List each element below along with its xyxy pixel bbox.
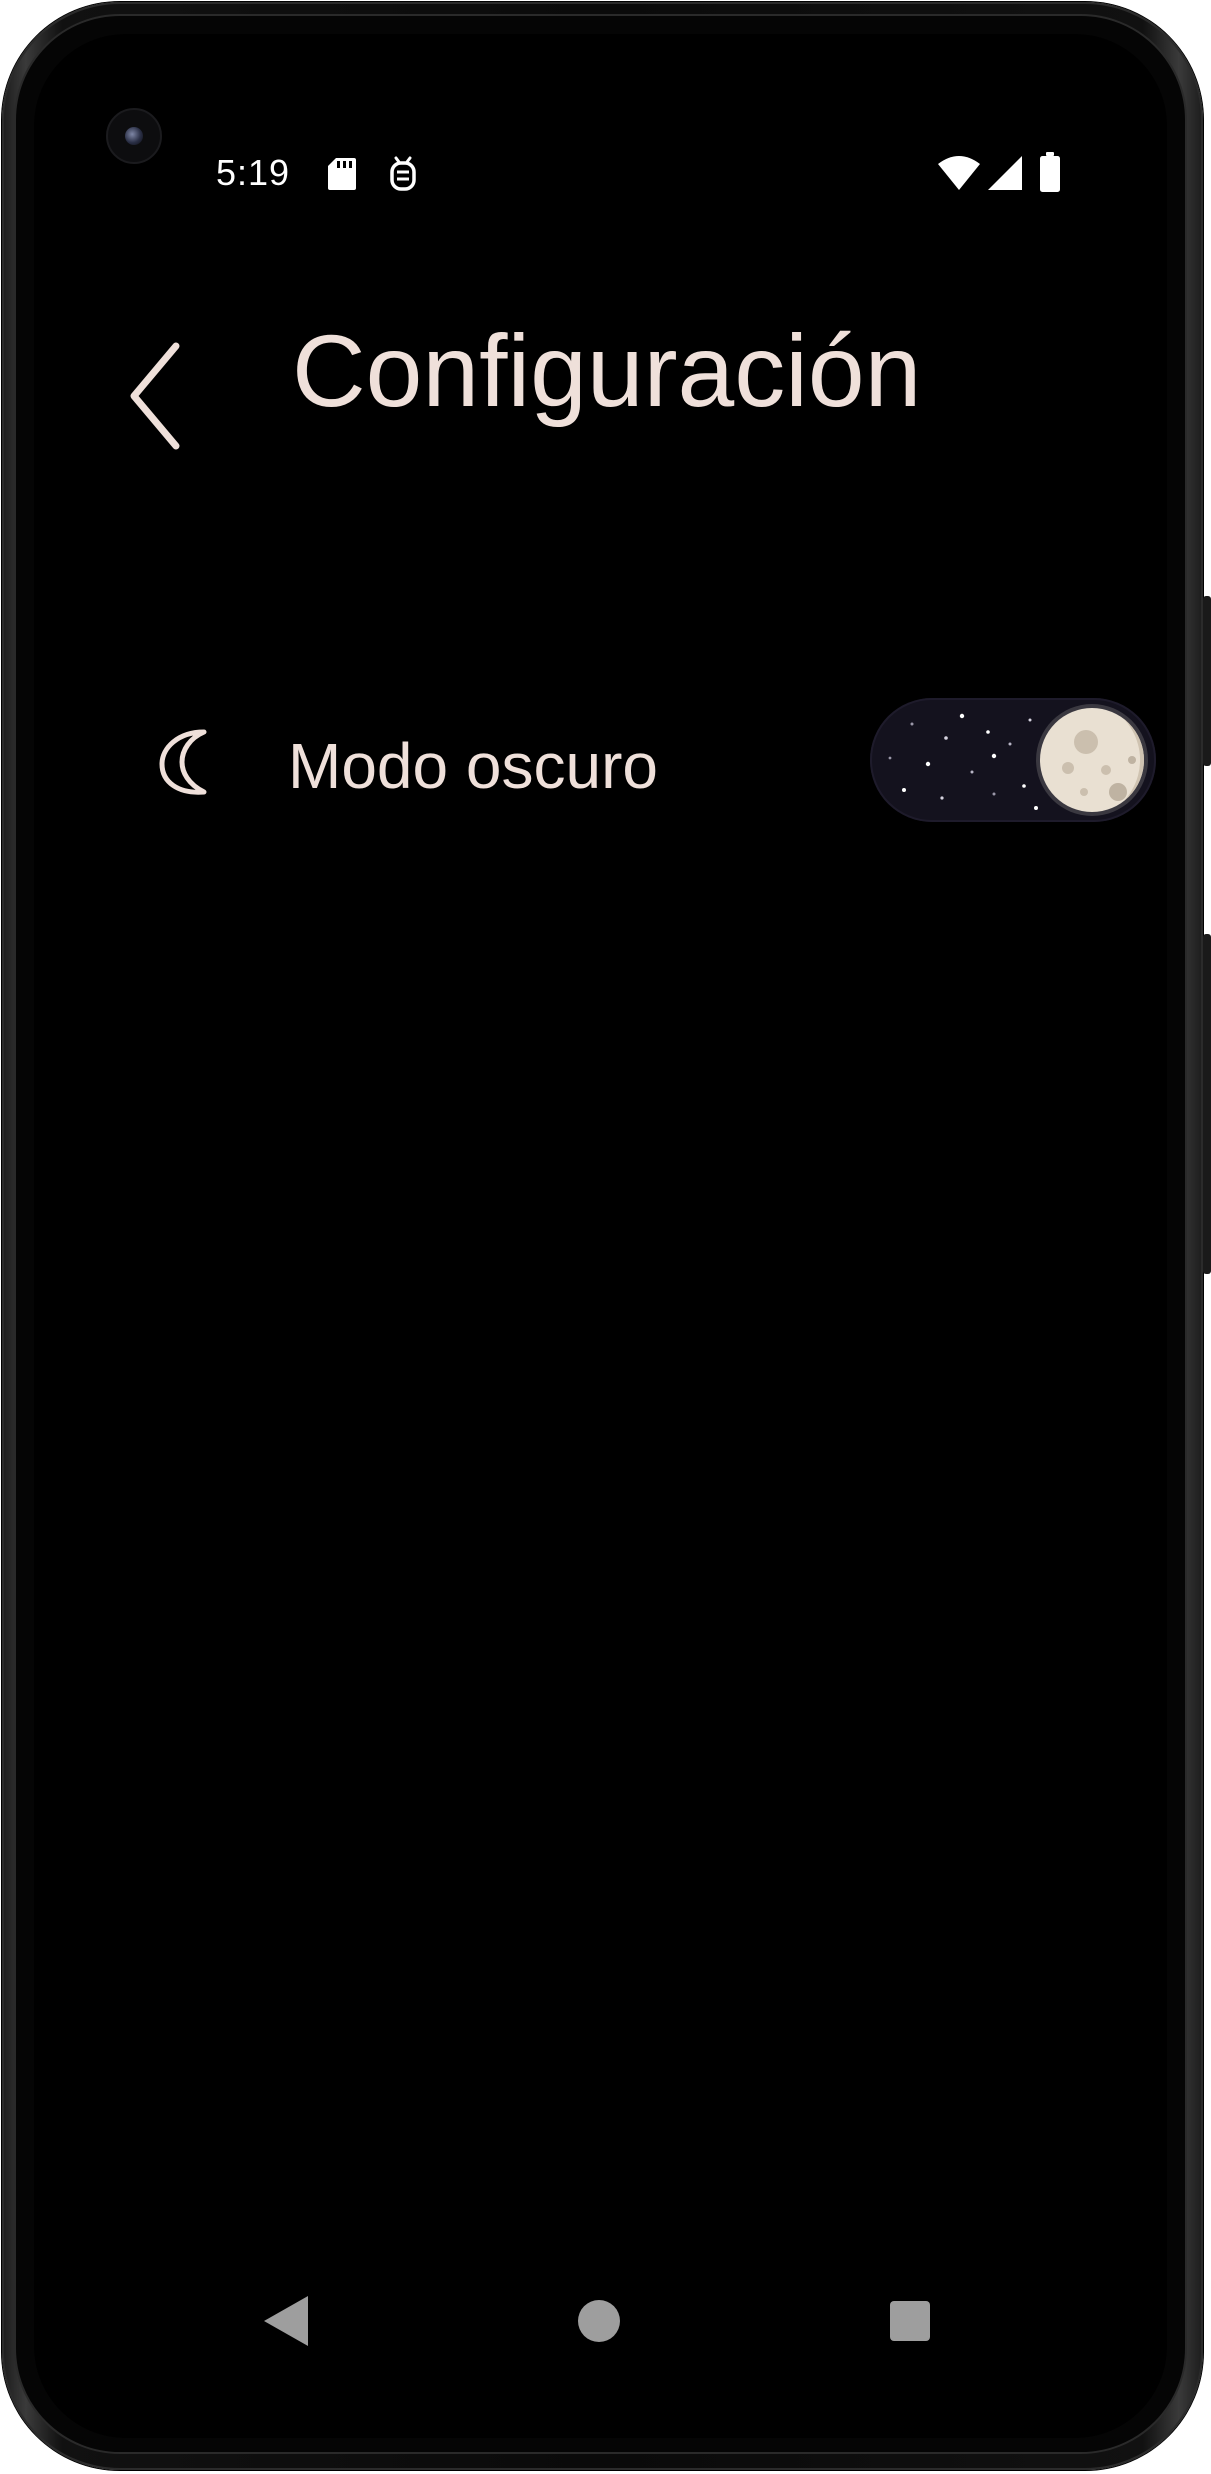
front-camera (106, 108, 162, 164)
dark-mode-toggle[interactable] (870, 698, 1156, 822)
back-button[interactable] (124, 304, 214, 464)
debug-bug-icon (390, 156, 416, 191)
nav-recents-icon[interactable] (890, 2301, 930, 2341)
sd-card-icon (328, 158, 356, 190)
chevron-left-icon (130, 342, 180, 450)
wifi-icon (938, 156, 980, 190)
moon-craters-icon (1062, 708, 1144, 812)
nav-back-icon[interactable] (264, 2296, 308, 2346)
toggle-thumb (1040, 708, 1144, 812)
camera-lens (125, 127, 143, 145)
volume-button (1203, 596, 1211, 766)
battery-icon (1040, 152, 1060, 192)
power-button (1203, 934, 1211, 1274)
dark-mode-label: Modo oscuro (288, 730, 658, 802)
moon-outline-icon (159, 729, 207, 795)
nav-home-icon[interactable] (578, 2300, 620, 2342)
setting-row-dark-mode: Modo oscuro (144, 674, 1156, 844)
page-title: Configuración (292, 314, 922, 428)
screen: 5:19 Configuración Modo oscuro (34, 34, 1167, 2438)
status-time: 5:19 (216, 152, 291, 193)
device-mockup: 5:19 Configuración Modo oscuro (0, 0, 1211, 2474)
cell-signal-icon (988, 156, 1022, 190)
